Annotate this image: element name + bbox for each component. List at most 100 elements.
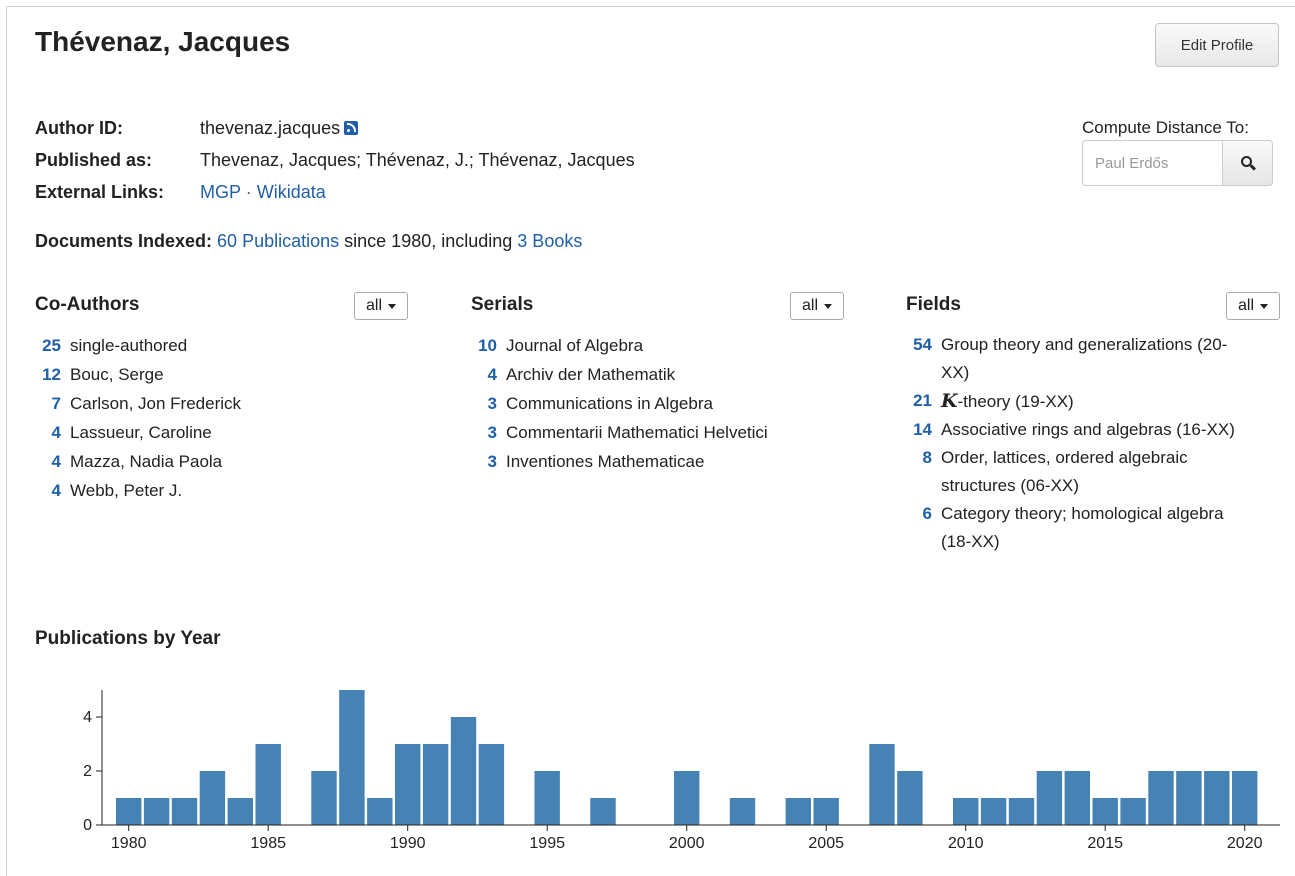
field-count: 14 xyxy=(913,420,932,439)
coauthor-name: Webb, Peter J. xyxy=(70,481,183,500)
bar-2005 xyxy=(813,798,839,825)
bar-2018 xyxy=(1176,771,1202,825)
serial-item[interactable]: 3 Inventiones Mathematicae xyxy=(471,447,768,476)
coauthors-filter-dropdown[interactable]: all xyxy=(354,292,408,320)
bar-2000 xyxy=(674,771,700,825)
bar-1992 xyxy=(450,717,477,825)
bar-1988 xyxy=(339,690,365,825)
serial-name: Inventiones Mathematicae xyxy=(506,452,705,471)
x-tick-label: 1990 xyxy=(390,835,426,852)
bar-1991 xyxy=(422,744,449,825)
x-tick-label: 2015 xyxy=(1087,835,1123,852)
serial-name: Journal of Algebra xyxy=(506,336,644,355)
documents-indexed-label: Documents Indexed: xyxy=(35,231,213,251)
coauthor-name: Bouc, Serge xyxy=(70,365,164,384)
serial-count: 3 xyxy=(487,394,497,413)
bar-1981 xyxy=(143,798,170,825)
serial-item[interactable]: 10 Journal of Algebra xyxy=(471,331,768,360)
field-symbol: K xyxy=(941,390,958,412)
coauthor-count: 4 xyxy=(51,423,61,442)
field-item[interactable]: 54 Group theory and generalizations (20-X… xyxy=(906,331,1236,387)
bar-2011 xyxy=(980,798,1007,825)
bar-2010 xyxy=(953,798,979,825)
coauthor-name: Carlson, Jon Frederick xyxy=(70,394,242,413)
x-tick-label: 2005 xyxy=(808,835,844,852)
coauthor-item[interactable]: 25 single-authored xyxy=(35,331,241,360)
field-name: -theory (19-XX) xyxy=(957,392,1074,411)
bar-1983 xyxy=(199,771,226,825)
coauthor-item[interactable]: 4 Mazza, Nadia Paola xyxy=(35,447,241,476)
bar-2015 xyxy=(1092,798,1118,825)
serials-filter-dropdown[interactable]: all xyxy=(790,292,844,320)
x-tick-label: 1995 xyxy=(529,835,565,852)
rss-icon[interactable] xyxy=(344,121,359,135)
serial-name: Communications in Algebra xyxy=(506,394,713,413)
bar-2007 xyxy=(869,744,895,825)
serial-count: 10 xyxy=(478,336,497,355)
serial-count: 3 xyxy=(487,452,497,471)
bar-1982 xyxy=(171,798,198,825)
bar-1980 xyxy=(116,798,142,825)
published-as-label: Published as: xyxy=(35,150,153,170)
bar-1989 xyxy=(367,798,393,825)
field-item[interactable]: 8 Order, lattices, ordered algebraic stru… xyxy=(906,444,1236,500)
serials-list: 10 Journal of Algebra 4 Archiv der Mathema… xyxy=(471,331,768,476)
distance-author-input[interactable] xyxy=(1082,140,1222,186)
field-item[interactable]: 14 Associative rings and algebras (16-XX) xyxy=(906,416,1236,444)
bar-1997 xyxy=(590,798,616,825)
documents-indexed-text: since 1980, including xyxy=(344,231,513,251)
serial-item[interactable]: 3 Communications in Algebra xyxy=(471,389,768,418)
serial-name: Archiv der Mathematik xyxy=(506,365,676,384)
bar-2013 xyxy=(1036,771,1063,825)
books-link[interactable]: 3 Books xyxy=(517,231,582,251)
serial-item[interactable]: 3 Commentarii Mathematici Helvetici xyxy=(471,418,768,447)
serial-count: 3 xyxy=(487,423,497,442)
coauthors-heading: Co-Authors xyxy=(35,294,140,315)
mgp-link[interactable]: MGP xyxy=(200,182,241,202)
coauthor-count: 12 xyxy=(42,365,61,384)
coauthor-name: Mazza, Nadia Paola xyxy=(70,452,223,471)
y-tick-label: 2 xyxy=(83,763,92,780)
links-separator: · xyxy=(245,182,252,202)
field-item[interactable]: 6 Category theory; homological algebra (1… xyxy=(906,500,1236,556)
bar-2002 xyxy=(729,798,756,825)
author-id-label: Author ID: xyxy=(35,118,123,138)
coauthor-item[interactable]: 7 Carlson, Jon Frederick xyxy=(35,389,241,418)
y-tick-label: 4 xyxy=(83,709,92,726)
fields-filter-dropdown[interactable]: all xyxy=(1226,292,1280,320)
wikidata-link[interactable]: Wikidata xyxy=(257,182,326,202)
bar-2016 xyxy=(1120,798,1146,825)
publications-by-year-chart: 0 2 4 1980 1985 1990 1995 2000 2005 2010 2015 2020 xyxy=(83,690,1280,852)
serial-name: Commentarii Mathematici Helvetici xyxy=(506,423,768,442)
serial-count: 4 xyxy=(487,365,497,384)
coauthors-list: 25 single-authored 12 Bouc, Serge 7 Carlson… xyxy=(35,331,241,505)
x-tick-label: 2000 xyxy=(669,835,705,852)
fields-heading: Fields xyxy=(906,294,961,315)
author-id-row: Author ID: thevenaz.jacques xyxy=(35,118,359,139)
edit-profile-button[interactable]: Edit Profile xyxy=(1155,23,1279,67)
field-name: Associative rings and algebras (16-XX) xyxy=(941,420,1235,439)
coauthor-item[interactable]: 12 Bouc, Serge xyxy=(35,360,241,389)
page-title: Thévenaz, Jacques xyxy=(35,26,291,57)
chevron-down-icon xyxy=(824,303,832,309)
bar-2008 xyxy=(897,771,923,825)
publications-link[interactable]: 60 Publications xyxy=(217,231,339,251)
bar-1984 xyxy=(227,798,253,825)
x-tick-label: 1980 xyxy=(111,835,147,852)
bar-2014 xyxy=(1064,771,1090,825)
field-item[interactable]: 21 K-theory (19-XX) xyxy=(906,387,1236,416)
chevron-down-icon xyxy=(388,303,396,309)
chart-bars xyxy=(116,690,1258,825)
bar-2020 xyxy=(1232,771,1258,825)
field-count: 8 xyxy=(922,448,932,467)
bar-1985 xyxy=(255,744,281,825)
coauthor-item[interactable]: 4 Webb, Peter J. xyxy=(35,476,241,505)
bar-2004 xyxy=(785,798,811,825)
coauthor-item[interactable]: 4 Lassueur, Caroline xyxy=(35,418,241,447)
external-links-row: External Links: MGP · Wikidata xyxy=(35,182,326,203)
distance-search-button[interactable] xyxy=(1222,140,1273,186)
x-tick-label: 2020 xyxy=(1227,835,1263,852)
documents-indexed: Documents Indexed: 60 Publications since… xyxy=(35,231,582,252)
field-count: 54 xyxy=(913,335,932,354)
serial-item[interactable]: 4 Archiv der Mathematik xyxy=(471,360,768,389)
